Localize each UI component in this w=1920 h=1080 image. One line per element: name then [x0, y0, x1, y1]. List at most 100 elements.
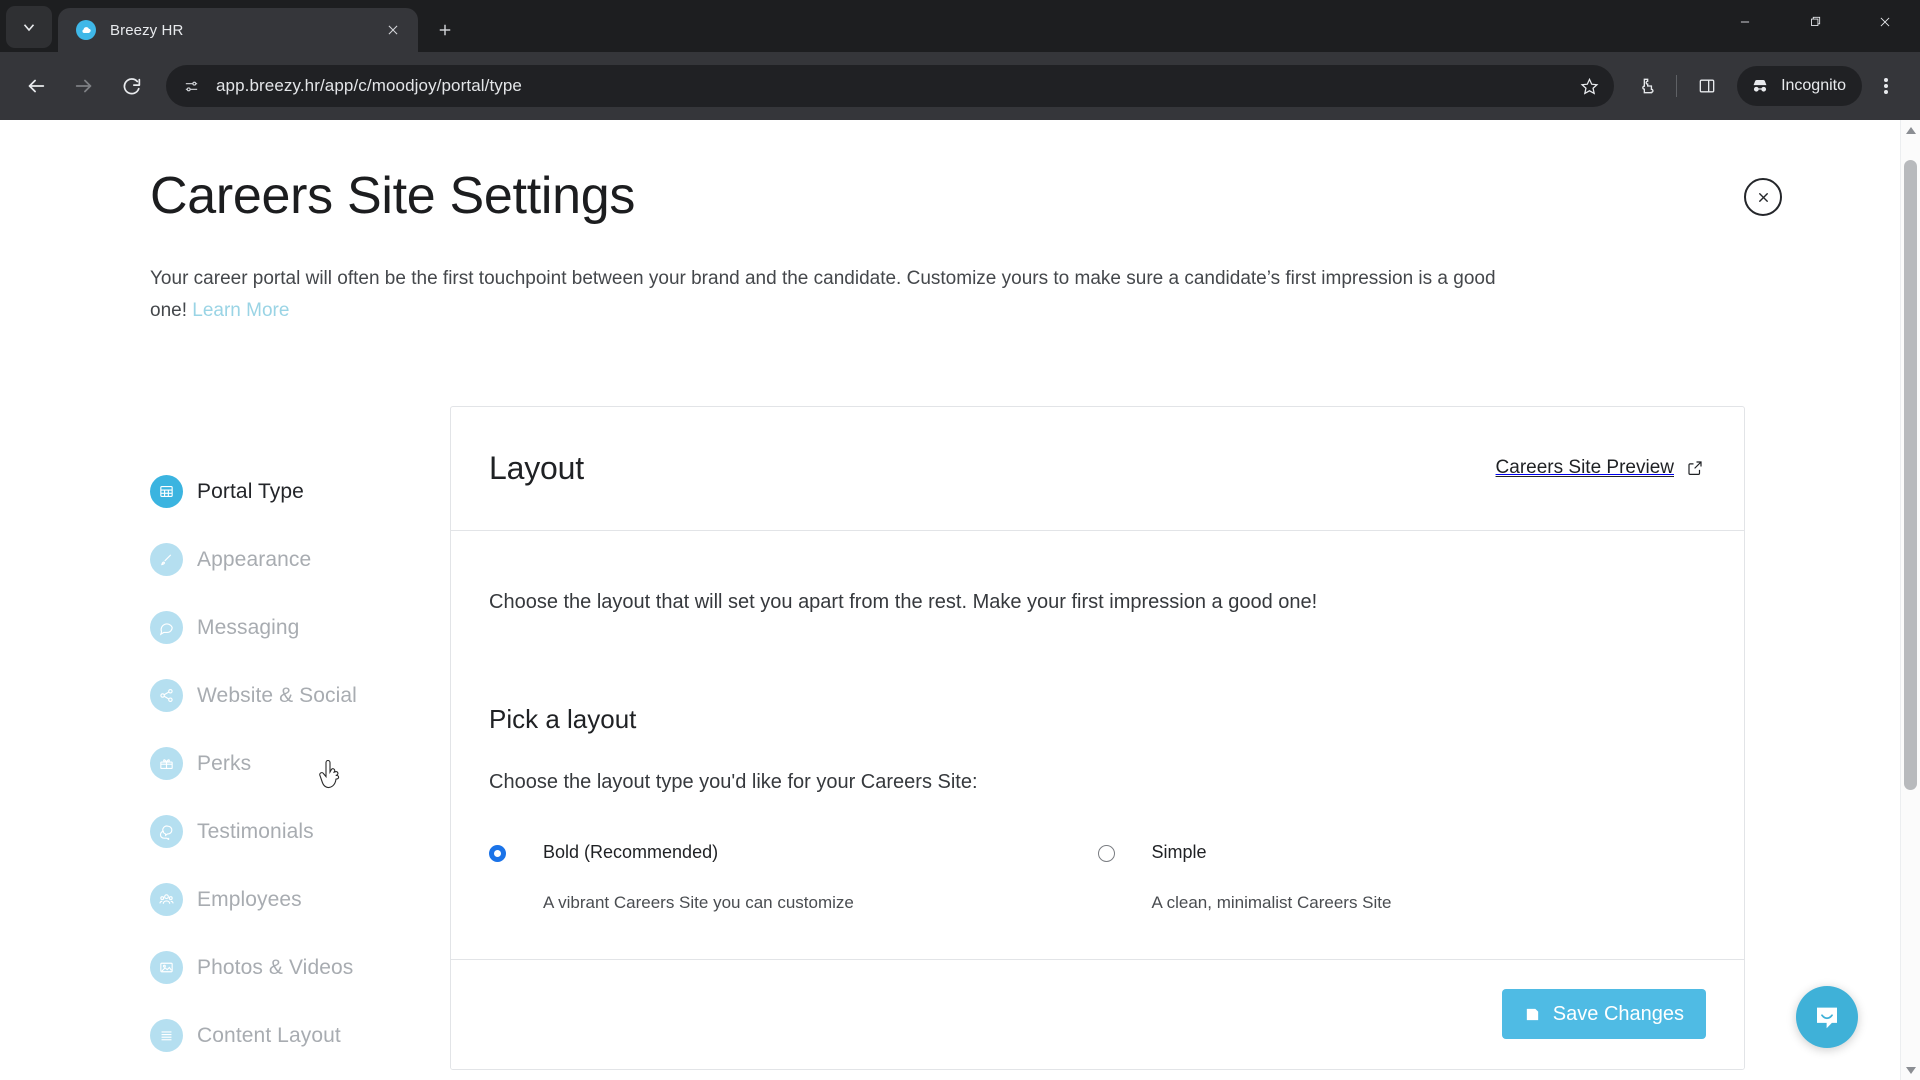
side-panel-button[interactable] — [1685, 64, 1729, 108]
back-button[interactable] — [14, 64, 58, 108]
option-texts: Simple A clean, minimalist Careers Site — [1152, 842, 1392, 913]
caret-up-icon — [1905, 126, 1916, 134]
sidebar-item-label: Messaging — [197, 615, 300, 639]
pointer-hand-cursor — [319, 760, 340, 789]
cloud-icon — [82, 27, 91, 33]
paintbrush-icon — [150, 543, 183, 577]
kebab-dot — [1884, 78, 1888, 83]
sidebar-item-label: Employees — [197, 887, 302, 911]
sidebar-item-label: Perks — [197, 751, 252, 775]
close-icon — [1758, 192, 1768, 202]
caret-down-icon — [1905, 1066, 1916, 1074]
gift-icon — [150, 747, 183, 781]
sidebar-item-label: Portal Type — [197, 479, 304, 503]
share-icon — [150, 679, 183, 713]
maximize-icon — [1811, 16, 1821, 26]
option-description: A vibrant Careers Site you can customize — [543, 892, 854, 912]
sidebar-item-label: Content Layout — [197, 1023, 341, 1047]
card-footer: Save Changes — [451, 958, 1744, 1069]
tab-search-button[interactable] — [6, 6, 52, 48]
sidebar-item-label: Photos & Videos — [197, 955, 354, 979]
messenger-icon — [1817, 1007, 1837, 1029]
layout-options-group: Bold (Recommended) A vibrant Careers Sit… — [489, 842, 1706, 913]
sidebar-item-testimonials[interactable]: Testimonials — [150, 798, 450, 866]
site-info-button[interactable] — [176, 71, 206, 101]
sidebar-item-photos-videos[interactable]: Photos & Videos — [150, 934, 450, 1002]
page-title: Careers Site Settings — [150, 167, 636, 225]
kebab-dot — [1884, 84, 1888, 88]
side-panel-icon — [1699, 79, 1715, 93]
page-description: Your career portal will often be the fir… — [150, 263, 1530, 326]
close-icon — [1880, 17, 1890, 27]
address-bar[interactable]: app.breezy.hr/app/c/moodjoy/portal/type — [166, 65, 1615, 107]
toolbar-divider — [1676, 75, 1678, 97]
floppy-disk-icon — [1526, 1008, 1538, 1021]
page-settings-icon — [185, 81, 197, 91]
preview-link-label: Careers Site Preview — [1495, 457, 1674, 479]
browser-menu-button[interactable] — [1866, 64, 1906, 108]
url-text: app.breezy.hr/app/c/moodjoy/portal/type — [216, 76, 522, 95]
minimize-button[interactable] — [1710, 0, 1780, 44]
sidebar-item-employees[interactable]: Employees — [150, 866, 450, 934]
browser-window: Breezy HR app.breezy.hr/app/c/moodjoy/po… — [0, 0, 1920, 1080]
kebab-dot — [1884, 89, 1888, 94]
browser-toolbar: app.breezy.hr/app/c/moodjoy/portal/type … — [0, 52, 1920, 120]
back-arrow-icon — [28, 79, 45, 93]
scroll-down-button[interactable] — [1901, 1060, 1920, 1080]
scroll-up-button[interactable] — [1901, 120, 1920, 140]
reload-button[interactable] — [110, 64, 154, 108]
radio-simple[interactable] — [1097, 844, 1115, 862]
new-tab-button[interactable] — [428, 13, 462, 47]
save-changes-button[interactable]: Save Changes — [1501, 989, 1706, 1040]
extensions-button[interactable] — [1624, 64, 1668, 108]
forward-button[interactable] — [62, 64, 106, 108]
card-title: Layout — [489, 449, 584, 486]
maximize-button[interactable] — [1780, 0, 1850, 44]
option-label: Bold (Recommended) — [543, 841, 719, 862]
external-link-icon — [1688, 461, 1702, 476]
forward-arrow-icon — [75, 79, 92, 93]
chevron-down-icon — [23, 24, 35, 32]
reload-icon — [123, 78, 141, 95]
list-icon — [150, 1019, 183, 1053]
sidebar-item-website-social[interactable]: Website & Social — [150, 662, 450, 730]
page-scrollbar[interactable] — [1900, 120, 1920, 1080]
learn-more-link[interactable]: Learn More — [192, 300, 289, 321]
option-description: A clean, minimalist Careers Site — [1151, 892, 1392, 912]
card-body: Choose the layout that will set you apar… — [451, 531, 1744, 913]
incognito-icon — [1753, 80, 1767, 92]
image-icon — [150, 951, 183, 985]
intercom-messenger-button[interactable] — [1796, 986, 1858, 1048]
layout-option-simple[interactable]: Simple A clean, minimalist Careers Site — [1097, 842, 1707, 913]
bookmark-button[interactable] — [1572, 69, 1606, 103]
close-icon — [388, 25, 398, 35]
layout-option-bold[interactable]: Bold (Recommended) A vibrant Careers Sit… — [489, 842, 1098, 913]
window-controls — [1710, 0, 1920, 44]
tab-close-button[interactable] — [380, 17, 406, 43]
tab-title: Breezy HR — [110, 21, 184, 39]
sidebar-item-messaging[interactable]: Messaging — [150, 594, 450, 662]
careers-site-settings-page: Careers Site Settings Your career portal… — [0, 120, 1900, 1080]
sidebar-item-portal-type[interactable]: Portal Type — [150, 458, 450, 526]
close-modal-button[interactable] — [1744, 178, 1782, 216]
people-icon — [150, 883, 183, 917]
puzzle-icon — [1642, 78, 1654, 94]
save-button-label: Save Changes — [1552, 1002, 1684, 1025]
plus-icon — [439, 24, 451, 36]
profile-chip[interactable]: Incognito — [1737, 66, 1862, 106]
sidebar-item-content-layout[interactable]: Content Layout — [150, 1002, 450, 1070]
page-description-text: Your career portal will often be the fir… — [150, 268, 1496, 321]
sidebar-item-appearance[interactable]: Appearance — [150, 526, 450, 594]
scrollbar-thumb[interactable] — [1904, 160, 1917, 790]
radio-bold[interactable] — [489, 844, 506, 862]
card-header: Layout Careers Site Preview — [451, 407, 1744, 531]
sidebar-item-label: Testimonials — [197, 819, 314, 843]
tab-favicon — [76, 20, 96, 40]
close-window-button[interactable] — [1850, 0, 1920, 44]
browser-tab[interactable]: Breezy HR — [58, 8, 418, 52]
sidebar-item-perks[interactable]: Perks — [150, 730, 450, 798]
tab-strip: Breezy HR — [0, 0, 1920, 52]
careers-site-preview-link[interactable]: Careers Site Preview — [1496, 457, 1704, 479]
option-texts: Bold (Recommended) A vibrant Careers Sit… — [543, 842, 854, 913]
grid-icon — [150, 475, 183, 509]
